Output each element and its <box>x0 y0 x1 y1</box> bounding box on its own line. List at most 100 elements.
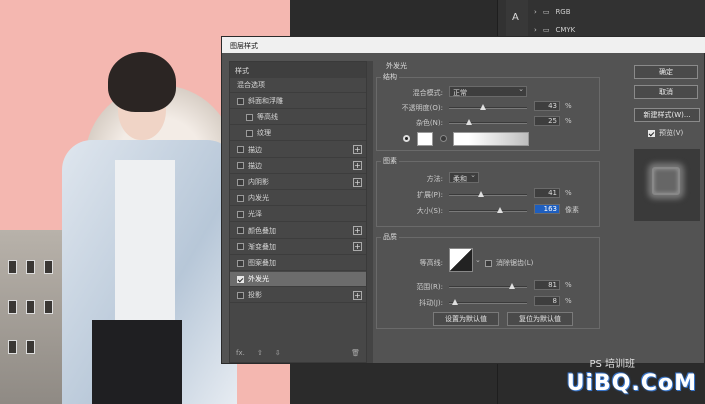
range-input[interactable]: 81 <box>534 280 560 290</box>
effect-item[interactable]: 投影 + <box>230 288 366 304</box>
set-default-button[interactable]: 设置为默认值 <box>433 312 499 326</box>
effect-item[interactable]: 内发光 <box>230 191 366 207</box>
opacity-label: 不透明度(O): <box>401 104 443 112</box>
effect-item[interactable]: 光泽 <box>230 207 366 223</box>
effect-item[interactable]: 斜面和浮雕 <box>230 94 366 109</box>
effect-label: 外发光 <box>248 275 269 284</box>
dialog-title[interactable]: 图层样式 <box>222 37 705 53</box>
checkbox[interactable] <box>237 162 244 170</box>
size-input[interactable]: 163 <box>534 204 560 214</box>
spread-slider[interactable] <box>449 191 527 197</box>
channel-row-rgb[interactable]: › ▭ RGB <box>534 4 694 20</box>
checkbox[interactable] <box>237 275 244 283</box>
move-up-icon[interactable]: ⇧ <box>257 349 263 357</box>
checkbox[interactable] <box>246 113 253 121</box>
jitter-input[interactable]: 8 <box>534 296 560 306</box>
effect-item[interactable]: 内阴影 + <box>230 175 366 190</box>
pixel-unit: 像素 <box>565 206 579 214</box>
effect-label: 斜面和浮雕 <box>248 97 283 105</box>
slider-thumb[interactable] <box>496 207 503 213</box>
ok-button[interactable]: 确定 <box>634 65 698 79</box>
glow-gradient-picker[interactable] <box>453 132 529 146</box>
add-effect-icon[interactable]: + <box>353 226 362 236</box>
effect-item[interactable]: 图案叠加 <box>230 256 366 271</box>
chevron-right-icon: › <box>534 26 537 34</box>
styles-header[interactable]: 样式 <box>230 62 366 78</box>
section-title: 图素 <box>381 156 399 166</box>
styles-scrollbar[interactable] <box>367 61 373 363</box>
checkbox[interactable] <box>237 227 244 235</box>
checkbox[interactable] <box>237 291 244 299</box>
effect-item[interactable]: 描边 + <box>230 143 366 158</box>
checkbox[interactable] <box>237 210 244 218</box>
technique-select[interactable]: 柔和 <box>449 171 479 183</box>
checkbox[interactable] <box>237 97 244 105</box>
effect-label: 纹理 <box>257 129 271 138</box>
watermark-subtext: PS 培训班 <box>589 359 635 370</box>
technique-label: 方法: <box>426 175 443 183</box>
preview-checkbox[interactable]: 预览(V) <box>648 128 683 138</box>
glow-color-swatch[interactable] <box>417 132 433 146</box>
opacity-slider[interactable] <box>449 104 527 110</box>
effect-item[interactable]: 纹理 <box>230 126 366 142</box>
cancel-button[interactable]: 取消 <box>634 85 698 99</box>
slider-thumb[interactable] <box>465 119 472 125</box>
noise-input[interactable]: 25 <box>534 116 560 126</box>
slider-thumb[interactable] <box>452 299 459 305</box>
add-effect-icon[interactable]: + <box>353 290 362 300</box>
effect-label: 渐变叠加 <box>248 242 276 251</box>
percent-unit: % <box>565 189 572 197</box>
noise-slider[interactable] <box>449 119 527 125</box>
color-radio[interactable] <box>403 135 410 142</box>
spread-input[interactable]: 41 <box>534 188 560 198</box>
effect-item[interactable]: 外发光 <box>230 272 366 288</box>
blend-mode-select[interactable]: 正常 <box>449 85 527 97</box>
effect-item[interactable]: 渐变叠加 + <box>230 240 366 255</box>
checkbox[interactable] <box>237 146 244 154</box>
checkbox[interactable] <box>648 129 655 137</box>
effect-item[interactable]: 颜色叠加 + <box>230 224 366 239</box>
percent-unit: % <box>565 102 572 110</box>
effect-label: 内发光 <box>248 194 269 203</box>
contour-picker[interactable] <box>449 248 473 272</box>
effect-item[interactable]: 等高线 <box>230 110 366 126</box>
channel-label: RGB <box>555 8 571 16</box>
add-effect-icon[interactable]: + <box>353 177 362 187</box>
jitter-slider[interactable] <box>449 299 527 305</box>
trash-icon[interactable]: 🗑 <box>351 349 360 357</box>
add-effect-icon[interactable]: + <box>353 242 362 252</box>
reset-default-button[interactable]: 复位为默认值 <box>507 312 573 326</box>
blend-options-item[interactable]: 混合选项 <box>230 78 366 93</box>
gradient-radio[interactable] <box>440 135 447 142</box>
checkbox[interactable] <box>485 259 492 267</box>
checkbox[interactable] <box>237 243 244 251</box>
slider-thumb[interactable] <box>479 104 486 110</box>
percent-unit: % <box>565 117 572 125</box>
checkbox[interactable] <box>237 259 244 267</box>
move-down-icon[interactable]: ⇩ <box>275 349 281 357</box>
add-effect-icon[interactable]: + <box>353 161 362 171</box>
new-style-button[interactable]: 新建样式(W)... <box>634 108 700 122</box>
slider-thumb[interactable] <box>477 191 484 197</box>
person-shirt <box>115 160 175 340</box>
fx-icon[interactable]: fx. <box>236 349 245 357</box>
checkbox[interactable] <box>246 129 253 137</box>
panel-title: 外发光 <box>386 62 407 70</box>
checkbox[interactable] <box>237 194 244 202</box>
chevron-down-icon[interactable]: ⌄ <box>475 256 481 264</box>
folder-icon: ▭ <box>542 26 550 34</box>
effect-item[interactable]: 描边 + <box>230 159 366 174</box>
slider-thumb[interactable] <box>509 283 516 289</box>
spread-label: 扩展(P): <box>416 191 443 199</box>
size-slider[interactable] <box>449 207 527 213</box>
person-pants <box>92 320 182 404</box>
checkbox-label: 消除锯齿(L) <box>496 259 534 267</box>
range-slider[interactable] <box>449 283 527 289</box>
checkbox[interactable] <box>237 178 244 186</box>
type-tool-icon[interactable]: A <box>512 12 519 23</box>
antialias-checkbox[interactable]: 消除锯齿(L) <box>485 258 533 268</box>
chevron-right-icon: › <box>534 8 537 16</box>
person-hair <box>108 52 176 112</box>
opacity-input[interactable]: 43 <box>534 101 560 111</box>
add-effect-icon[interactable]: + <box>353 145 362 155</box>
